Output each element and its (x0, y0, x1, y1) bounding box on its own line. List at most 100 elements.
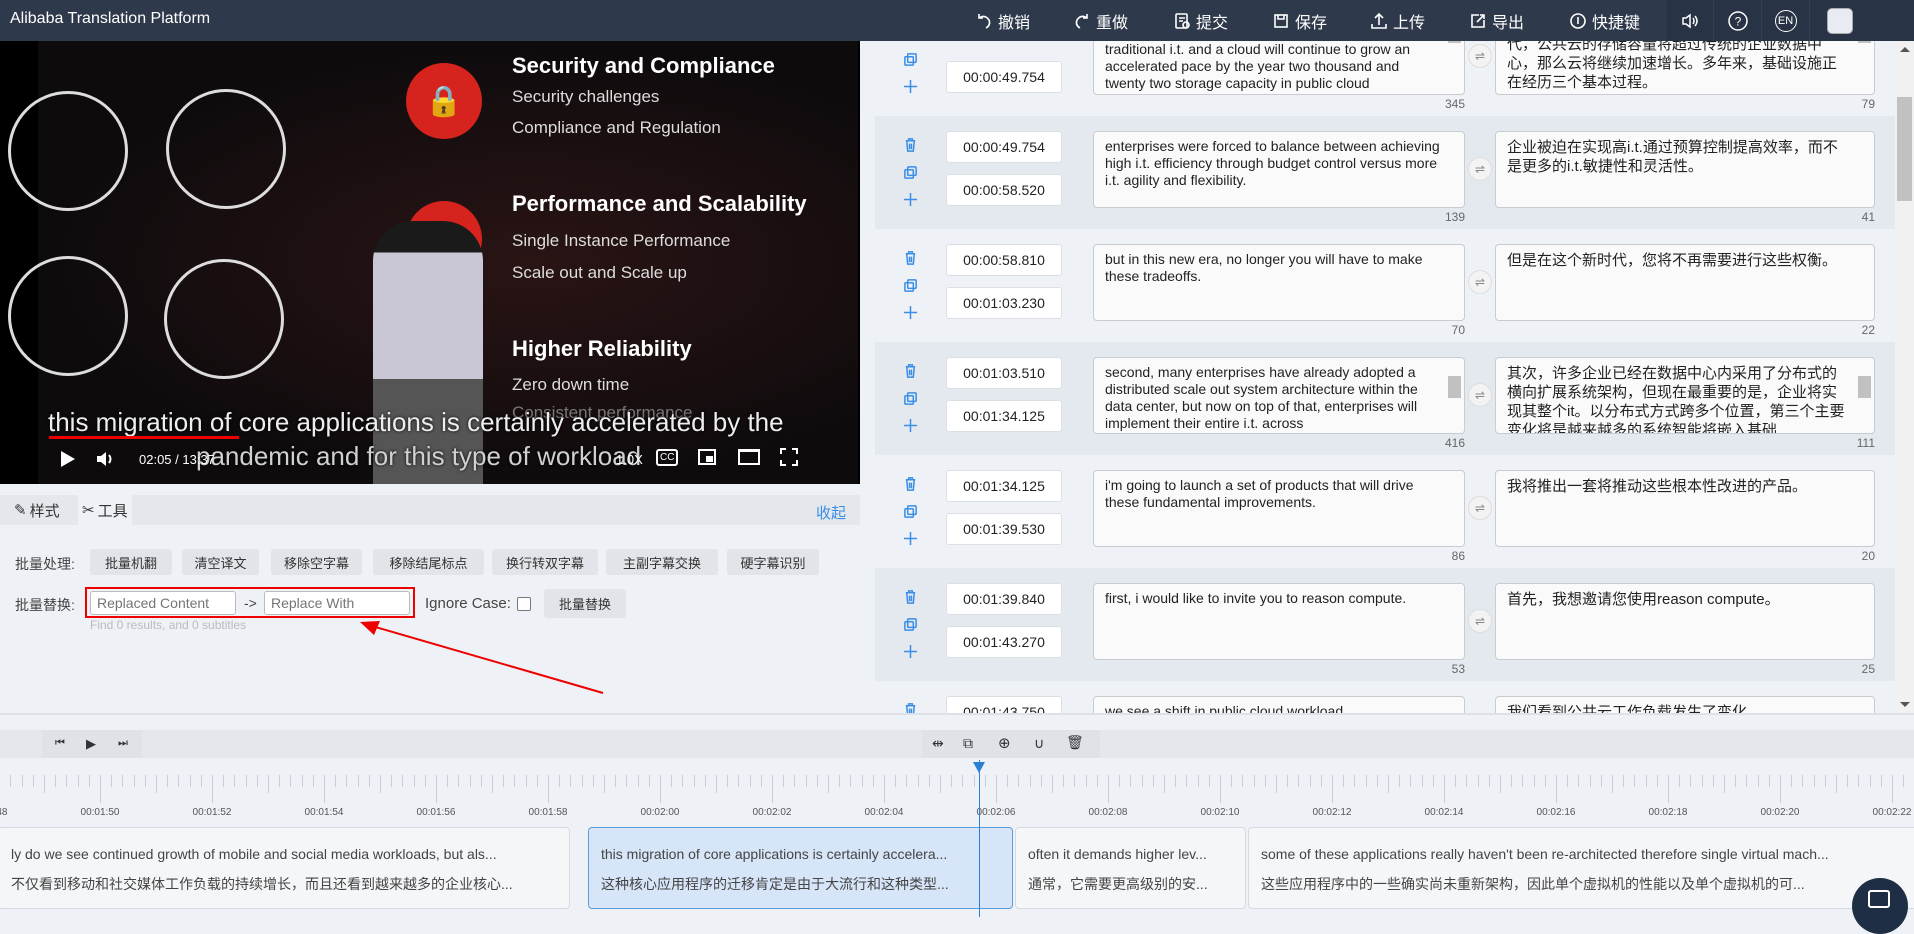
playhead[interactable] (979, 760, 980, 917)
video-player[interactable]: 🔒 ⚇ △ Security and Compliance Security c… (0, 41, 860, 484)
target-icon[interactable]: ⊕ (998, 734, 1011, 752)
save-button[interactable]: 保存 (1272, 0, 1327, 41)
delete-row-icon[interactable] (902, 362, 918, 378)
add-row-icon[interactable] (902, 643, 918, 659)
end-time-input[interactable]: 00:01:39.530 (946, 513, 1062, 545)
captions-button[interactable]: CC (656, 449, 679, 466)
translation-text-area[interactable]: 我将推出一套将推动这些根本性改进的产品。 (1495, 470, 1875, 547)
duplicate-row-icon[interactable] (902, 277, 918, 293)
theater-mode-button[interactable] (738, 449, 760, 465)
replace-to-input[interactable] (264, 591, 410, 615)
timeline-clip[interactable]: this migration of core applications is c… (588, 827, 1013, 909)
source-text-area[interactable]: first, i would like to invite you to rea… (1093, 583, 1465, 660)
tab-tools[interactable]: ✂ 工具 (78, 495, 132, 525)
language-button[interactable]: EN (1761, 0, 1809, 41)
swap-icon[interactable]: ⇌ (1468, 383, 1492, 407)
duplicate-row-icon[interactable] (902, 390, 918, 406)
start-time-input[interactable]: 00:00:49.754 (946, 131, 1062, 163)
batch-button[interactable]: 移除结尾标点 (373, 549, 484, 575)
playhead-handle[interactable] (973, 762, 985, 779)
time-ruler[interactable] (0, 775, 1914, 805)
speed-button[interactable]: 1.0X (616, 452, 643, 467)
help-button[interactable]: ? (1713, 0, 1761, 41)
add-row-icon[interactable] (902, 417, 918, 433)
swap-icon[interactable]: ⇌ (1468, 496, 1492, 520)
submit-button[interactable]: 提交 (1173, 0, 1228, 41)
swap-icon[interactable]: ⇌ (1468, 44, 1492, 68)
delete-row-icon[interactable] (902, 475, 918, 491)
scroll-up-icon[interactable] (1900, 47, 1910, 52)
duplicate-row-icon[interactable] (902, 503, 918, 519)
end-time-input[interactable]: 00:01:03.230 (946, 287, 1062, 319)
duplicate-row-icon[interactable] (902, 51, 918, 67)
translation-text-area[interactable]: 其次，许多企业已经在数据中心内采用了分布式的横向扩展系统架构，但现在最重要的是，… (1495, 357, 1875, 434)
batch-button[interactable]: 换行转双字幕 (492, 549, 598, 575)
volume-button[interactable] (96, 451, 116, 472)
source-text-area[interactable]: enterprises were forced to balance betwe… (1093, 131, 1465, 208)
swap-icon[interactable]: ⇌ (1468, 270, 1492, 294)
magnet-icon[interactable]: ∪ (1034, 735, 1044, 752)
start-time-input[interactable]: 00:01:34.125 (946, 470, 1062, 502)
delete-icon[interactable]: 🗑 (1066, 734, 1084, 751)
source-text-area[interactable]: i'm going to launch a set of products th… (1093, 470, 1465, 547)
sound-button[interactable] (1665, 0, 1713, 41)
list-scrollbar[interactable] (1895, 41, 1914, 715)
avatar[interactable] (1809, 0, 1869, 41)
scroll-thumb[interactable] (1897, 97, 1912, 201)
translation-text-area[interactable]: 代，公共云的存储容量将超过传统的企业数据中心，那么云将继续加速增长。多年来，基础… (1495, 41, 1875, 95)
delete-row-icon[interactable] (902, 588, 918, 604)
scroll-down-icon[interactable] (1900, 702, 1910, 707)
chat-button[interactable] (1852, 878, 1908, 934)
scroll-thumb[interactable] (1448, 41, 1461, 43)
previous-button[interactable]: ⏮ (55, 737, 65, 750)
ignore-case-checkbox[interactable] (517, 597, 531, 611)
start-time-input[interactable]: 00:00:58.810 (946, 244, 1062, 276)
end-time-input[interactable]: 00:00:49.754 (946, 61, 1062, 93)
export-button[interactable]: 导出 (1469, 0, 1524, 41)
duplicate-row-icon[interactable] (902, 164, 918, 180)
start-time-input[interactable]: 00:01:03.510 (946, 357, 1062, 389)
end-time-input[interactable]: 00:01:43.270 (946, 626, 1062, 658)
swap-icon[interactable]: ⇌ (1468, 609, 1492, 633)
delete-row-icon[interactable] (902, 249, 918, 265)
batch-replace-button[interactable]: 批量替换 (544, 589, 626, 618)
shortcuts-button[interactable]: 快捷键 (1569, 0, 1640, 41)
timeline-clip[interactable]: ly do we see continued growth of mobile … (0, 827, 570, 909)
tab-style[interactable]: ✎ 样式 (10, 495, 64, 525)
translation-text-area[interactable]: 企业被迫在实现高i.t.通过预算控制提高效率，而不是更多的i.t.敏捷性和灵活性… (1495, 131, 1875, 208)
pip-button[interactable] (698, 449, 716, 465)
textarea-scrollbar[interactable] (1858, 360, 1872, 431)
add-row-icon[interactable] (902, 530, 918, 546)
delete-row-icon[interactable] (902, 136, 918, 152)
upload-button[interactable]: 上传 (1370, 0, 1425, 41)
translation-text-area[interactable]: 首先，我想邀请您使用reason compute。 (1495, 583, 1875, 660)
add-row-icon[interactable] (902, 304, 918, 320)
end-time-input[interactable]: 00:01:34.125 (946, 400, 1062, 432)
translation-text-area[interactable]: 但是在这个新时代，您将不再需要进行这些权衡。 (1495, 244, 1875, 321)
collapse-link[interactable]: 收起 (816, 502, 846, 523)
timeline-clip[interactable]: often it demands higher lev... 通常，它需要更高级别… (1015, 827, 1246, 909)
end-time-input[interactable]: 00:00:58.520 (946, 174, 1062, 206)
timeline-play-button[interactable]: ▶ (86, 736, 96, 752)
duplicate-row-icon[interactable] (902, 616, 918, 632)
scroll-thumb[interactable] (1858, 41, 1871, 43)
batch-button[interactable]: 硬字幕识别 (727, 549, 819, 575)
batch-button[interactable]: 清空译文 (182, 549, 259, 575)
scroll-thumb[interactable] (1858, 376, 1871, 398)
textarea-scrollbar[interactable] (1448, 41, 1462, 92)
swap-icon[interactable]: ⇌ (1468, 157, 1492, 181)
fullscreen-button[interactable] (780, 448, 798, 466)
play-button[interactable] (60, 450, 76, 473)
source-text-area[interactable]: traditional i.t. and a cloud will contin… (1093, 41, 1465, 95)
undo-button[interactable]: 撤销 (975, 0, 1030, 41)
start-time-input[interactable]: 00:01:39.840 (946, 583, 1062, 615)
batch-button[interactable]: 主副字幕交换 (606, 549, 718, 575)
timeline-clip[interactable]: some of these applications really haven'… (1248, 827, 1914, 909)
add-row-icon[interactable] (902, 78, 918, 94)
scroll-thumb[interactable] (1448, 376, 1461, 398)
textarea-scrollbar[interactable] (1858, 41, 1872, 92)
replace-from-input[interactable] (90, 591, 236, 615)
textarea-scrollbar[interactable] (1448, 360, 1462, 431)
batch-button[interactable]: 批量机翻 (90, 549, 172, 575)
split-icon[interactable]: ⇹ (932, 735, 944, 752)
